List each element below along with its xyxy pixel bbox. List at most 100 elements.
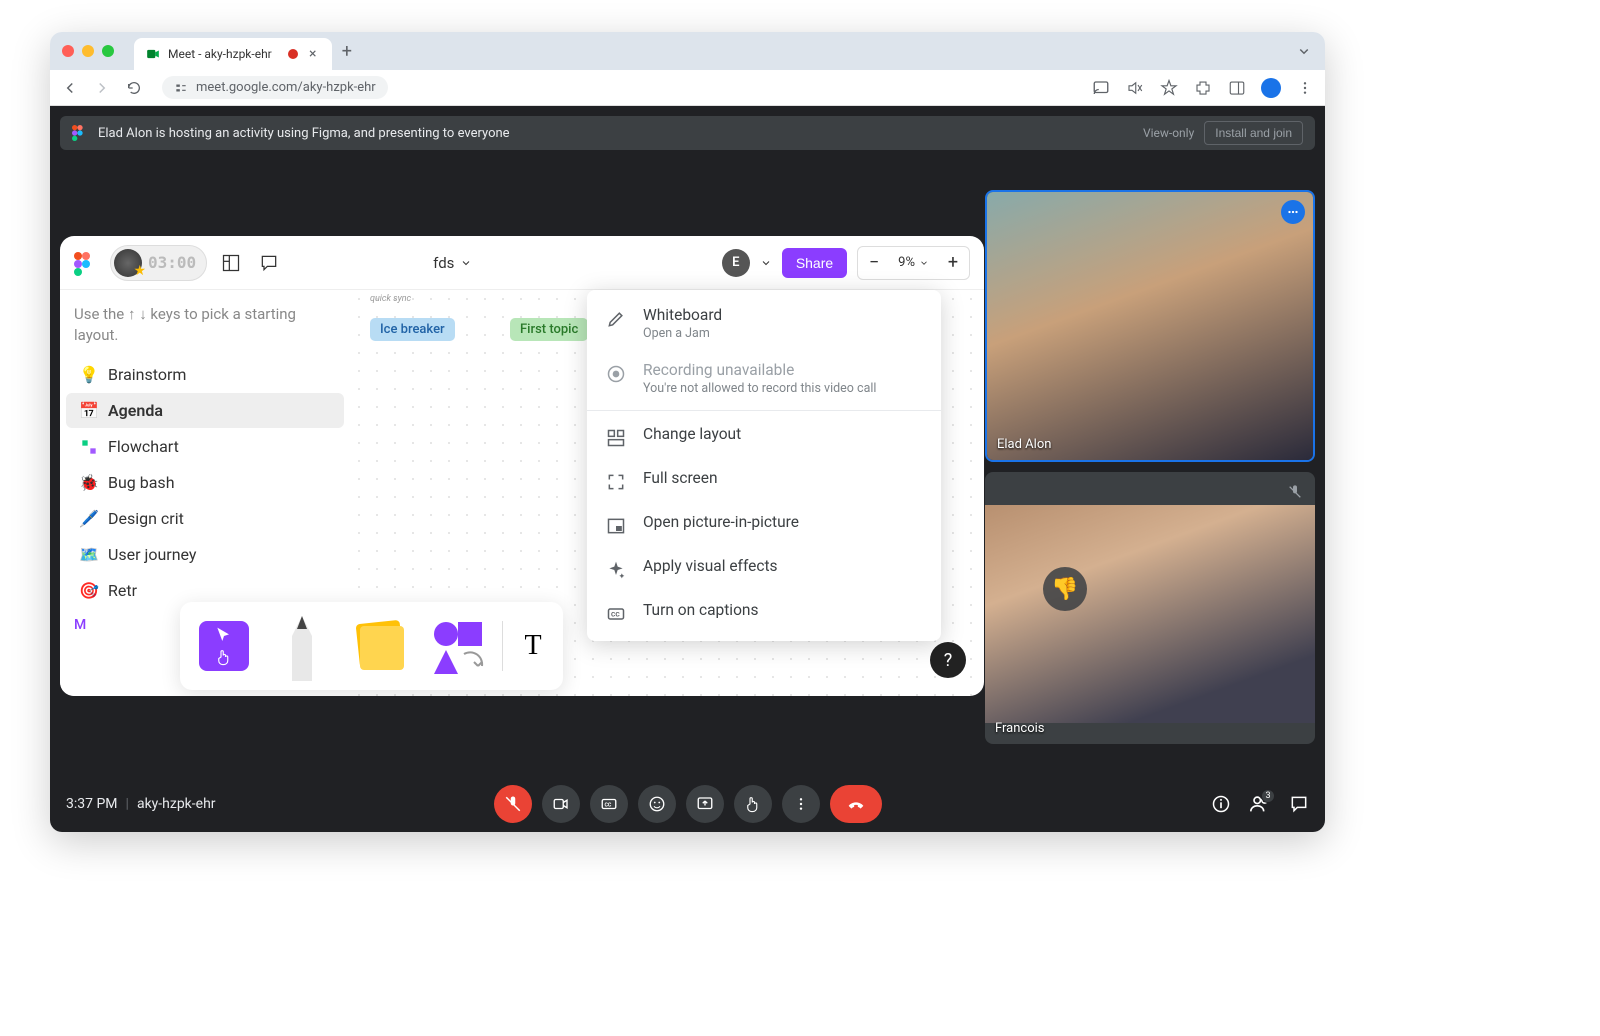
chip-first-topic[interactable]: First topic [510,318,588,341]
shapes-tool[interactable] [420,608,496,684]
calendar-icon: 📅 [80,402,98,420]
zoom-controls: − 9% + [857,246,970,280]
share-button[interactable]: Share [782,248,847,278]
template-userjourney[interactable]: 🗺️User journey [66,537,344,572]
lightbulb-icon: 💡 [80,366,98,384]
menu-captions[interactable]: CC Turn on captions [587,591,941,635]
zoom-level[interactable]: 9% [890,255,937,270]
browser-tab[interactable]: Meet - aky-hzpk-ehr × [134,38,332,70]
present-button[interactable] [686,785,724,823]
captions-button[interactable]: CC [590,785,628,823]
leave-call-button[interactable] [830,785,882,823]
figma-logo-icon[interactable] [74,252,90,274]
meeting-code: aky-hzpk-ehr [137,796,216,812]
timer-avatar-icon: ★ [114,249,142,277]
extensions-icon[interactable] [1193,78,1213,98]
zoom-out-button[interactable]: − [858,247,890,279]
tile-more-icon[interactable] [1281,200,1305,224]
figma-toolbar: ★ 03:00 fds E Share − [60,236,984,290]
video-feed [985,505,1315,723]
meet-bottom-bar: 3:37 PM | aky-hzpk-ehr CC 3 [50,776,1325,832]
chip-icebreaker[interactable]: Ice breaker [370,318,455,341]
fullscreen-icon [605,471,627,493]
cursor-tool[interactable] [186,608,262,684]
timer-value: 03:00 [148,253,196,272]
bug-icon: 🐞 [80,474,98,492]
avatar-chevron-icon[interactable] [760,257,772,269]
url-text: meet.google.com/aky-hzpk-ehr [196,80,376,95]
meet-favicon-icon [146,47,160,61]
activity-banner: Elad Alon is hosting an activity using F… [60,116,1315,150]
participant-videos: Elad Alon 👎 Francois [985,190,1315,754]
people-count-badge: 3 [1261,789,1275,803]
camera-button[interactable] [542,785,580,823]
video-tile-presenter[interactable]: Elad Alon [985,190,1315,462]
reload-button[interactable] [124,78,144,98]
zoom-in-button[interactable]: + [937,247,969,279]
menu-recording: Recording unavailableYou're not allowed … [587,351,941,406]
menu-fullscreen[interactable]: Full screen [587,459,941,503]
mute-tab-icon[interactable] [1125,78,1145,98]
menu-whiteboard[interactable]: WhiteboardOpen a Jam [587,296,941,351]
close-tab-icon[interactable]: × [306,47,320,61]
more-options-menu: WhiteboardOpen a Jam Recording unavailab… [587,290,941,641]
forward-button[interactable] [92,78,112,98]
figma-dock: T [180,602,563,690]
video-tile-participant[interactable]: 👎 Francois [985,472,1315,744]
traffic-lights [62,45,114,57]
pencil-icon [277,611,327,681]
pencil-tool[interactable] [264,608,340,684]
template-bugbash[interactable]: 🐞Bug bash [66,465,344,500]
menu-pip[interactable]: Open picture-in-picture [587,503,941,547]
pencil-icon [605,308,627,330]
profile-avatar[interactable] [1261,78,1281,98]
tab-search-icon[interactable] [1295,42,1313,60]
dock-separator [502,621,503,671]
reaction-thumbsdown-icon: 👎 [1043,567,1087,611]
menu-visual-effects[interactable]: Apply visual effects [587,547,941,591]
file-name[interactable]: fds [433,254,472,272]
user-avatar[interactable]: E [722,249,750,277]
text-icon: T [524,630,541,662]
sticky-tool[interactable] [342,608,418,684]
layout-tool-icon[interactable] [217,249,245,277]
layout-icon [605,427,627,449]
mic-button[interactable] [494,785,532,823]
minimize-window[interactable] [82,45,94,57]
maximize-window[interactable] [102,45,114,57]
template-brainstorm[interactable]: 💡Brainstorm [66,357,344,392]
help-button[interactable]: ? [930,642,966,678]
more-options-button[interactable] [782,785,820,823]
close-window[interactable] [62,45,74,57]
new-tab-button[interactable]: + [342,41,352,62]
people-button[interactable]: 3 [1249,793,1271,815]
template-designcrit[interactable]: 🖊️Design crit [66,501,344,536]
meeting-details-button[interactable] [1211,794,1231,814]
recording-indicator-icon [288,49,298,59]
view-only-label: View-only [1143,126,1194,140]
template-flowchart[interactable]: Flowchart [66,429,344,464]
browser-menu-icon[interactable] [1295,78,1315,98]
sticky-note-icon [350,616,410,676]
comment-tool-icon[interactable] [255,249,283,277]
cast-icon[interactable] [1091,78,1111,98]
video-feed [987,192,1313,460]
menu-separator [587,410,941,411]
template-agenda[interactable]: 📅Agenda [66,393,344,428]
text-tool[interactable]: T [509,608,557,684]
bookmark-icon[interactable] [1159,78,1179,98]
back-button[interactable] [60,78,80,98]
sidepanel-icon[interactable] [1227,78,1247,98]
address-bar[interactable]: meet.google.com/aky-hzpk-ehr [162,76,388,99]
install-join-button[interactable]: Install and join [1204,121,1303,145]
reactions-button[interactable] [638,785,676,823]
menu-change-layout[interactable]: Change layout [587,415,941,459]
timer-widget[interactable]: ★ 03:00 [110,245,207,281]
browser-window: Meet - aky-hzpk-ehr × + meet.google.com/… [50,32,1325,832]
clock-time: 3:37 PM [66,796,118,812]
canvas-title: quick sync [370,294,411,304]
pen-icon: 🖊️ [80,510,98,528]
raise-hand-button[interactable] [734,785,772,823]
captions-icon: CC [605,603,627,625]
chat-button[interactable] [1289,794,1309,814]
